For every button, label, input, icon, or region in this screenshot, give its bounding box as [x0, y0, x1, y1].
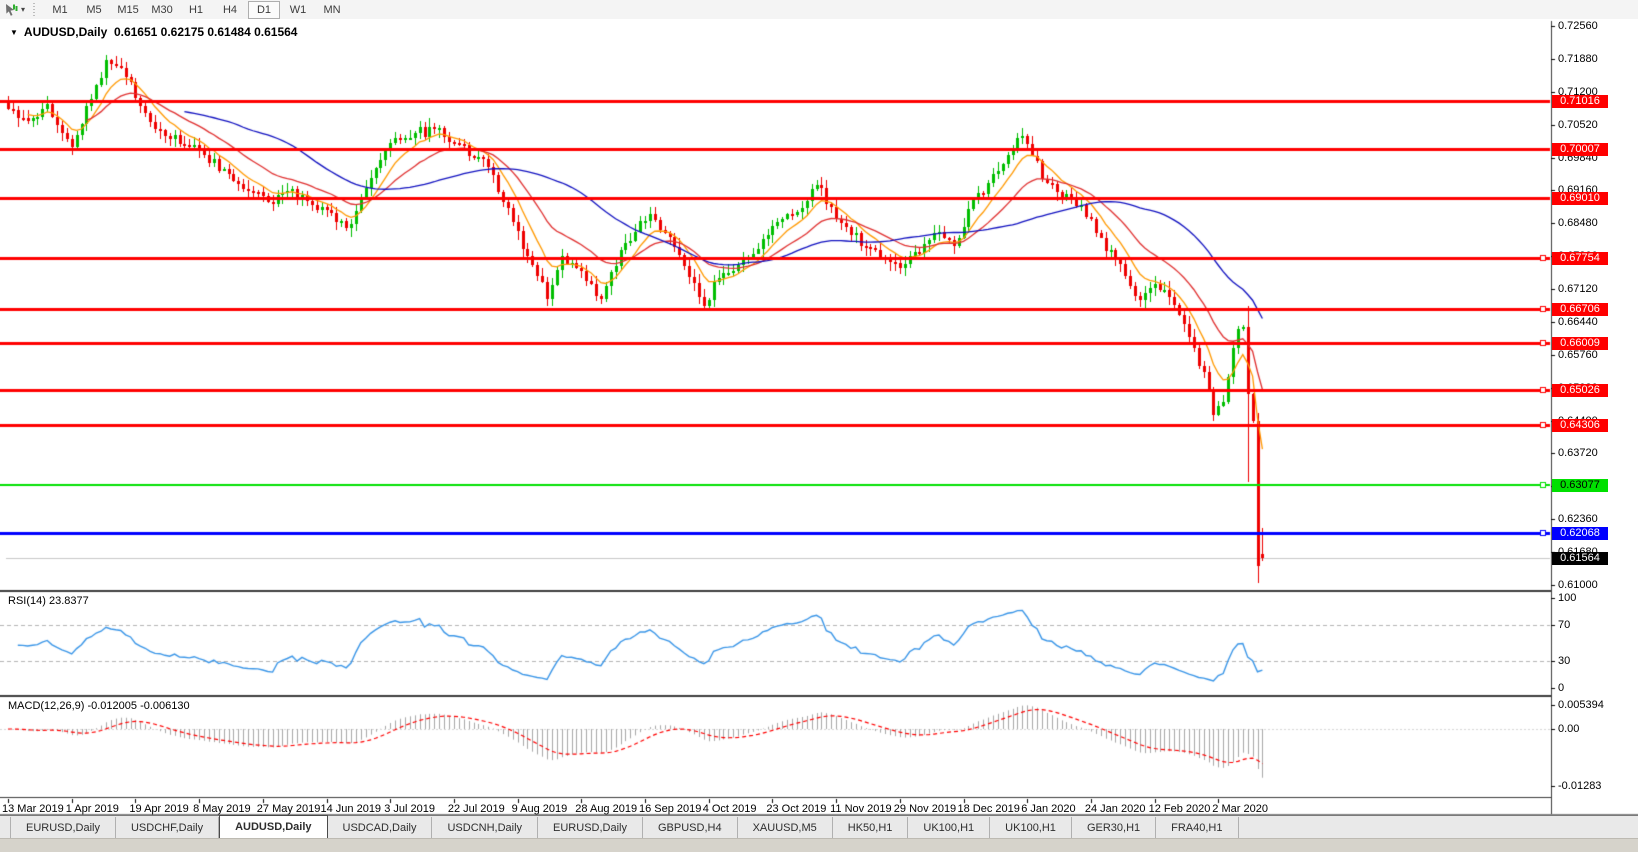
date-tick-label: 16 Sep 2019: [639, 803, 701, 815]
price-line-tag: 0.65026: [1552, 384, 1608, 397]
mt4-application: ▾ M1M5M15M30H1H4D1W1MN ▼ AUDUSD,Daily 0.6…: [0, 0, 1638, 851]
chart-canvas[interactable]: [0, 19, 1638, 816]
price-tick-label: 0.61000: [1558, 579, 1598, 591]
price-tick-label: 0.62360: [1558, 513, 1598, 525]
price-line-tag: 0.70007: [1552, 143, 1608, 156]
date-tick-label: 29 Nov 2019: [894, 803, 956, 815]
date-tick-label: 3 Jul 2019: [384, 803, 435, 815]
price-tick-label: 0.71880: [1558, 53, 1598, 65]
price-line-tag: 0.63077: [1552, 479, 1608, 492]
price-line-tag: 0.66706: [1552, 303, 1608, 316]
chart-tab-usdcnh-daily[interactable]: USDCNH,Daily: [432, 817, 538, 838]
current-price-tag: 0.61564: [1552, 552, 1608, 565]
chart-symbol: AUDUSD,Daily: [24, 25, 107, 39]
chart-tab-bar: EURUSD,DailyUSDCHF,DailyAUDUSD,DailyUSDC…: [0, 815, 1638, 838]
chart-tab-gbpusd-h4[interactable]: GBPUSD,H4: [643, 817, 738, 838]
date-tick-label: 28 Aug 2019: [575, 803, 637, 815]
chart-tab-eurusd-daily[interactable]: EURUSD,Daily: [538, 817, 643, 838]
chart-tab-uk100-h1[interactable]: UK100,H1: [908, 817, 990, 838]
date-tick-label: 14 Jun 2019: [321, 803, 382, 815]
timeframe-button-d1[interactable]: D1: [248, 1, 280, 19]
timeframe-button-m30[interactable]: M30: [146, 1, 178, 19]
chart-tab-eurusd-daily[interactable]: EURUSD,Daily: [10, 817, 116, 838]
macd-tick-label: 0.00: [1558, 723, 1579, 735]
rsi-tick-label: 70: [1558, 619, 1570, 631]
price-tick-label: 0.70520: [1558, 119, 1598, 131]
chart-tab-usdchf-daily[interactable]: USDCHF,Daily: [116, 817, 219, 838]
window-resize-strip: [0, 838, 1638, 852]
timeframe-button-h4[interactable]: H4: [214, 1, 246, 19]
timeframe-button-w1[interactable]: W1: [282, 1, 314, 19]
date-tick-label: 1 Apr 2019: [66, 803, 119, 815]
date-tick-label: 19 Apr 2019: [129, 803, 188, 815]
price-tick-label: 0.65760: [1558, 349, 1598, 361]
price-line-tag: 0.67754: [1552, 252, 1608, 265]
cursor-tool-icon[interactable]: [2, 1, 20, 18]
date-tick-label: 23 Oct 2019: [766, 803, 826, 815]
price-line-tag: 0.64306: [1552, 419, 1608, 432]
date-tick-label: 4 Oct 2019: [703, 803, 757, 815]
price-tick-label: 0.72560: [1558, 20, 1598, 32]
timeframe-button-m5[interactable]: M5: [78, 1, 110, 19]
timeframe-button-mn[interactable]: MN: [316, 1, 348, 19]
timeframe-buttons: M1M5M15M30H1H4D1W1MN: [43, 1, 349, 19]
price-line-tag: 0.66009: [1552, 337, 1608, 350]
date-tick-label: 24 Jan 2020: [1085, 803, 1146, 815]
macd-indicator-label: MACD(12,26,9) -0.012005 -0.006130: [8, 700, 190, 712]
chart-tab-hk50-h1[interactable]: HK50,H1: [833, 817, 909, 838]
chart-tab-fra40-h1[interactable]: FRA40,H1: [1156, 817, 1238, 838]
price-tick-label: 0.63720: [1558, 447, 1598, 459]
rsi-tick-label: 0: [1558, 682, 1564, 694]
timeframe-button-m1[interactable]: M1: [44, 1, 76, 19]
chart-tab-usdcad-daily[interactable]: USDCAD,Daily: [328, 817, 433, 838]
timeframe-button-h1[interactable]: H1: [180, 1, 212, 19]
date-tick-label: 22 Jul 2019: [448, 803, 505, 815]
date-tick-label: 8 May 2019: [193, 803, 250, 815]
price-line-tag: 0.69010: [1552, 192, 1608, 205]
rsi-tick-label: 100: [1558, 592, 1576, 604]
chart-ohlc-values: 0.61651 0.62175 0.61484 0.61564: [114, 25, 298, 39]
toolbar-grip: [32, 2, 37, 17]
price-tick-label: 0.68480: [1558, 217, 1598, 229]
macd-tick-label: 0.005394: [1558, 699, 1604, 711]
chart-tab-ger30-h1[interactable]: GER30,H1: [1072, 817, 1156, 838]
cursor-tool-glyph: [4, 3, 18, 17]
chart-tab-uk100-h1[interactable]: UK100,H1: [990, 817, 1072, 838]
chart-title: ▼ AUDUSD,Daily 0.61651 0.62175 0.61484 0.…: [10, 25, 297, 39]
timeframe-button-m15[interactable]: M15: [112, 1, 144, 19]
date-tick-label: 2 Mar 2020: [1212, 803, 1268, 815]
chart-tab-audusd-daily[interactable]: AUDUSD,Daily: [219, 815, 327, 838]
chevron-down-icon[interactable]: ▾: [21, 5, 25, 14]
date-tick-label: 18 Dec 2019: [958, 803, 1020, 815]
rsi-tick-label: 30: [1558, 655, 1570, 667]
price-tick-label: 0.66440: [1558, 316, 1598, 328]
macd-tick-label: -0.01283: [1558, 780, 1601, 792]
price-line-tag: 0.71016: [1552, 95, 1608, 108]
date-tick-label: 11 Nov 2019: [830, 803, 892, 815]
rsi-indicator-label: RSI(14) 23.8377: [8, 595, 89, 607]
triangle-down-icon: ▼: [10, 28, 18, 37]
timeframe-toolbar: ▾ M1M5M15M30H1H4D1W1MN: [0, 0, 1638, 20]
date-tick-label: 9 Aug 2019: [512, 803, 568, 815]
chart-tab-xauusd-m5[interactable]: XAUUSD,M5: [738, 817, 833, 838]
price-line-tag: 0.62068: [1552, 527, 1608, 540]
date-tick-label: 12 Feb 2020: [1149, 803, 1211, 815]
date-tick-label: 13 Mar 2019: [2, 803, 64, 815]
date-tick-label: 6 Jan 2020: [1021, 803, 1075, 815]
date-tick-label: 27 May 2019: [257, 803, 321, 815]
price-tick-label: 0.67120: [1558, 283, 1598, 295]
